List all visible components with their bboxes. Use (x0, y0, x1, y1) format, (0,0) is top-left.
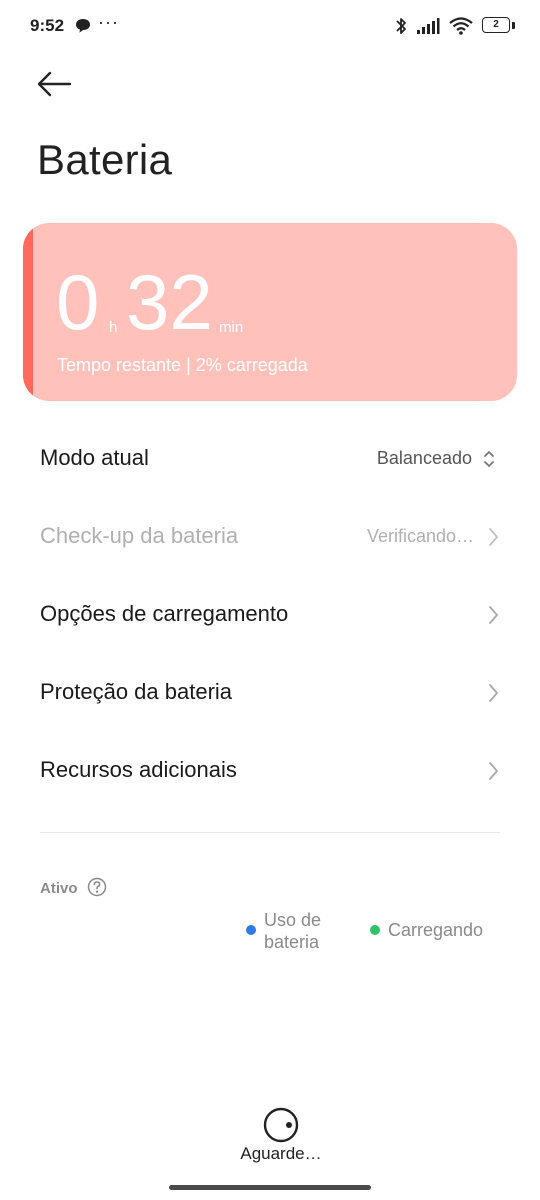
status-icons: 2 (394, 15, 516, 37)
signal-icon (417, 18, 440, 34)
wifi-icon (449, 17, 473, 35)
back-button[interactable] (34, 66, 74, 102)
settings-row-battery-checkup[interactable]: Check-up da bateria Verificando… (0, 498, 540, 576)
question-circle-icon[interactable] (87, 877, 107, 897)
charging-options-label: Opções de carregamento (40, 601, 289, 626)
loading-spinner-icon (263, 1107, 299, 1143)
up-down-chevron-icon (484, 451, 494, 467)
battery-card-accent (23, 223, 33, 401)
settings-row-charging-options[interactable]: Opções de carregamento (0, 576, 540, 654)
battery-checkup-label: Check-up da bateria (40, 523, 239, 548)
notification-dots: ··· (98, 12, 119, 32)
settings-row-battery-protection[interactable]: Proteção da bateria (0, 654, 540, 732)
chevron-right-icon (489, 684, 498, 702)
battery-protection-label: Proteção da bateria (40, 679, 233, 704)
page-title: Bateria (37, 136, 173, 183)
current-mode-value: Balanceado (376, 448, 472, 468)
status-bar: 9:52 ··· 2 (0, 0, 540, 54)
legend-usage-dot (246, 925, 256, 935)
minutes-unit: min (219, 319, 244, 336)
bluetooth-icon (396, 18, 406, 34)
battery-checkup-status: Verificando… (366, 526, 474, 546)
additional-features-label: Recursos adicionais (40, 757, 237, 782)
home-indicator[interactable] (169, 1185, 371, 1190)
settings-row-additional-features[interactable]: Recursos adicionais (0, 732, 540, 810)
battery-icon: 2 (482, 17, 516, 35)
chat-bubble-icon (76, 19, 90, 33)
status-time: 9:52 (30, 16, 65, 35)
remaining-minutes: 32 (126, 258, 213, 346)
legend-usage-label: Uso de bateria (264, 910, 322, 952)
settings-row-current-mode[interactable]: Modo atual Balanceado (0, 420, 540, 498)
battery-status-text: Tempo restante | 2% carregada (57, 355, 308, 375)
section-divider (40, 832, 500, 833)
legend-charging-dot (370, 925, 380, 935)
active-section-label: Ativo (40, 880, 78, 897)
hours-unit: h (109, 319, 118, 336)
arrow-left-icon (37, 71, 72, 97)
battery-settings-screen: 9:52 ··· 2 Bateria 0 h 32 min Tempo rest… (0, 0, 540, 1200)
current-mode-label: Modo atual (40, 445, 149, 470)
legend-charging-label: Carregando (388, 920, 484, 940)
remaining-hours: 0 (56, 258, 100, 346)
loading-text: Aguarde… (240, 1144, 322, 1163)
battery-level-text: 2 (482, 17, 510, 33)
chevron-right-icon (489, 762, 498, 780)
chevron-right-icon (489, 528, 498, 546)
chevron-right-icon (489, 606, 498, 624)
battery-status-card: 0 h 32 min Tempo restante | 2% carregada (23, 223, 517, 401)
